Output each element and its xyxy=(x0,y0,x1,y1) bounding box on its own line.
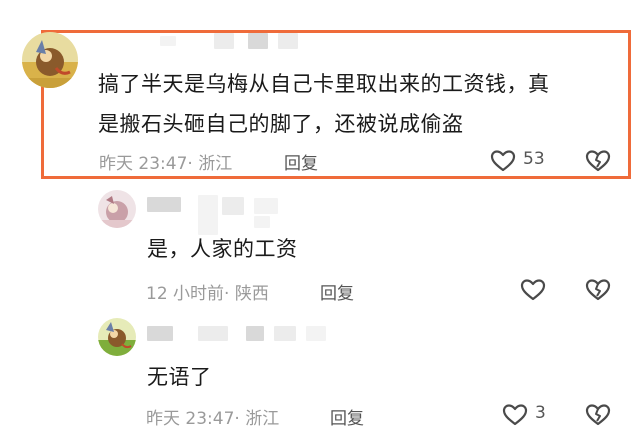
like-count: 53 xyxy=(523,149,545,169)
comment-text: 无语了 xyxy=(147,365,212,389)
reply-button[interactable]: 回复 xyxy=(284,149,318,174)
heart-outline-icon xyxy=(520,279,546,301)
heart-outline-icon xyxy=(502,404,528,426)
dislike-button[interactable] xyxy=(585,403,611,427)
comment-location: · 陕西 xyxy=(224,284,269,304)
comment-meta: 12 小时前· 陕西 xyxy=(146,279,269,304)
comment-time: 昨天 23:47 xyxy=(99,154,188,174)
comment-meta: 昨天 23:47· 浙江 xyxy=(99,149,232,174)
broken-heart-icon xyxy=(585,279,611,301)
like-button[interactable]: 53 xyxy=(490,148,560,174)
dislike-button[interactable] xyxy=(585,278,611,302)
comment-location: · 浙江 xyxy=(234,409,280,429)
avatar[interactable] xyxy=(22,32,78,88)
reply-button[interactable]: 回复 xyxy=(330,404,364,429)
avatar-image xyxy=(98,190,136,228)
dislike-button[interactable] xyxy=(585,149,611,173)
comment-text-line-1: 搞了半天是乌梅从自己卡里取出来的工资钱，真 xyxy=(98,72,550,96)
avatar[interactable] xyxy=(98,190,136,228)
like-count: 3 xyxy=(535,403,546,423)
heart-outline-icon xyxy=(490,150,516,172)
like-button[interactable]: 3 xyxy=(502,403,562,427)
avatar-image xyxy=(98,318,136,356)
comment-time: 12 小时前 xyxy=(146,284,225,304)
broken-heart-icon xyxy=(585,404,611,426)
comment-meta: 昨天 23:47· 浙江 xyxy=(146,404,279,429)
avatar[interactable] xyxy=(98,318,136,356)
avatar-image xyxy=(22,32,78,88)
comment-time: 昨天 23:47 xyxy=(146,409,235,429)
like-button[interactable] xyxy=(520,278,548,302)
comment-text-line-2: 是搬石头砸自己的脚了，还被说成偷盗 xyxy=(98,112,464,136)
comment-text: 是，人家的工资 xyxy=(147,237,298,261)
reply-button[interactable]: 回复 xyxy=(320,279,354,304)
broken-heart-icon xyxy=(585,150,611,172)
comment-location: · 浙江 xyxy=(187,154,233,174)
